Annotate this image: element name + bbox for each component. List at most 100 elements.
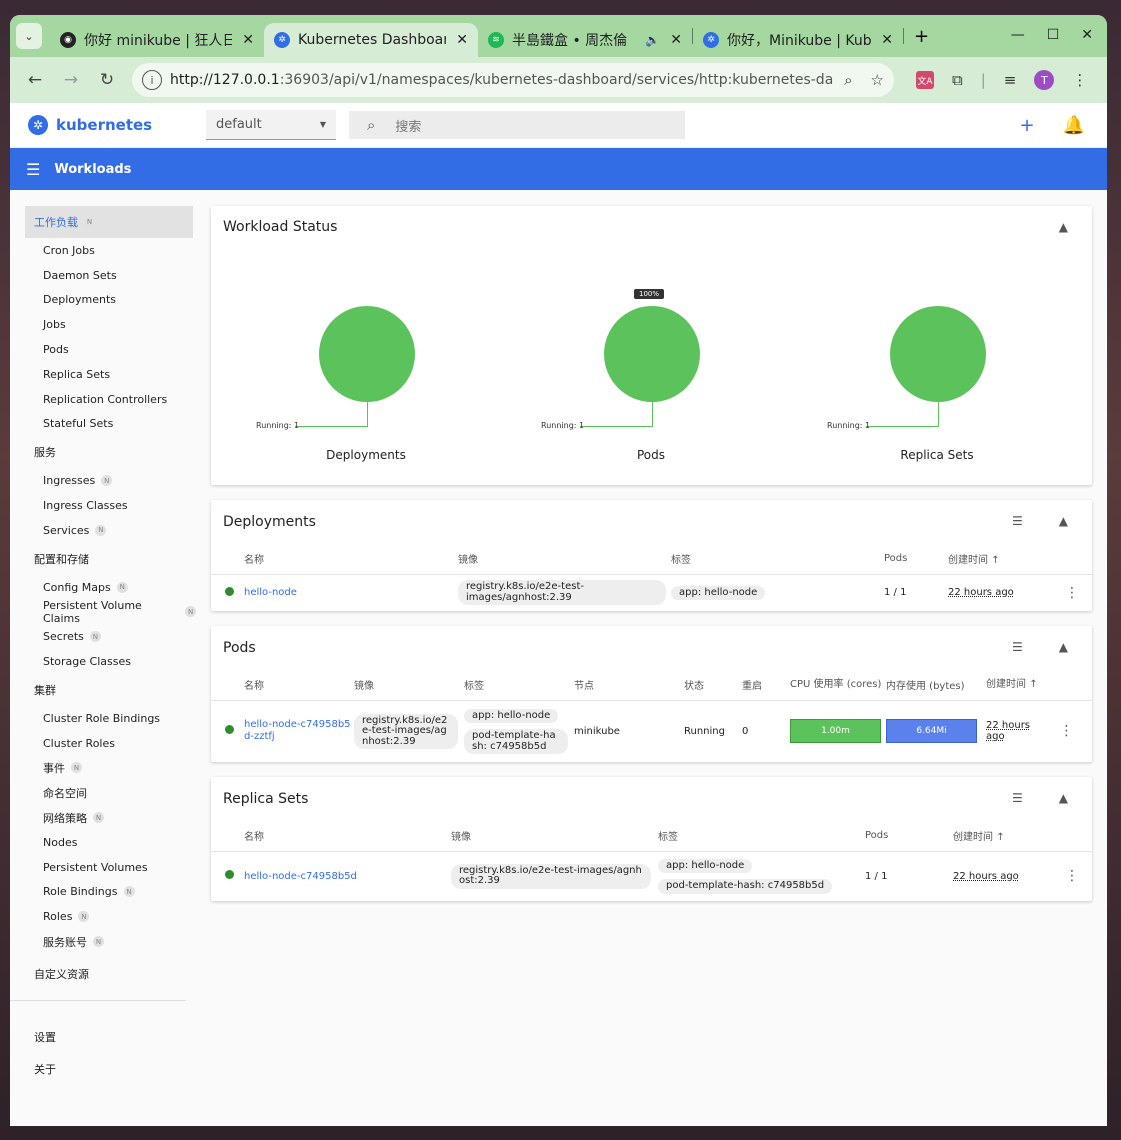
sort-arrow-up-icon: ↑	[996, 832, 1005, 844]
tab-spotify[interactable]: ≋ 半島鐵盒 • 周杰倫 🔈 ✕	[478, 23, 692, 57]
sidebar-item[interactable]: Cluster Roles	[10, 731, 196, 756]
zoom-icon[interactable]: ⌕	[844, 71, 852, 89]
sidebar-item[interactable]: 服务账号 N	[10, 929, 196, 954]
new-tab-button[interactable]: +	[914, 26, 929, 47]
column-header-image: 镜像	[458, 544, 671, 575]
donut-leader-line	[938, 402, 939, 427]
collapse-icon[interactable]: ▲	[1059, 791, 1068, 805]
forward-icon[interactable]: →	[56, 70, 86, 90]
sidebar-item[interactable]: Nodes	[10, 830, 196, 855]
speaker-icon[interactable]: 🔈	[645, 33, 660, 47]
sidebar-item[interactable]: Ingresses N	[10, 468, 196, 493]
filter-icon[interactable]: ☰	[1012, 514, 1023, 528]
collapse-icon[interactable]: ▲	[1059, 514, 1068, 528]
pod-name-link[interactable]: hello-node-c74958b5d-zztfj	[244, 719, 351, 742]
bookmark-star-icon[interactable]: ☆	[871, 71, 884, 89]
sidebar-item[interactable]: Pods	[10, 337, 196, 362]
column-header-labels: 标签	[658, 821, 865, 852]
deployments-table: 名称 镜像 标签 Pods 创建时间 ↑ hello-node registry…	[211, 544, 1092, 611]
column-header-created[interactable]: 创建时间 ↑	[948, 544, 1052, 575]
namespace-value: default	[216, 117, 262, 132]
profile-avatar[interactable]: T	[1034, 70, 1055, 90]
row-menu-icon[interactable]: ⋮	[1041, 700, 1092, 762]
sidebar-item-settings[interactable]: 设置	[10, 1021, 196, 1053]
sidebar-item[interactable]: Persistent Volume Claims N	[10, 599, 196, 625]
tab-minikube-docs[interactable]: ✲ 你好，Minikube | Kube ✕	[693, 23, 903, 57]
tab-kubernetes-dashboard[interactable]: ✲ Kubernetes Dashboard ✕	[264, 23, 478, 57]
media-queue-icon[interactable]: ≡	[1004, 71, 1017, 89]
column-header-created[interactable]: 创建时间 ↑	[986, 670, 1041, 701]
column-header-restarts: 重启	[742, 670, 790, 701]
search-input[interactable]: ⌕ 搜索	[349, 111, 685, 139]
pods-table: 名称 镜像 标签 节点 状态 重启 CPU 使用率 (cores) 内存使用 (…	[211, 670, 1092, 762]
sidebar-item-label: Pods	[43, 343, 69, 357]
tab-search-button[interactable]: ⌄	[16, 23, 42, 49]
pods-count: 1 / 1	[865, 870, 888, 882]
sidebar-item[interactable]: Persistent Volumes	[10, 855, 196, 880]
kubernetes-logo[interactable]: ✲ kubernetes	[28, 115, 206, 135]
namespaced-badge: N	[84, 216, 95, 228]
sidebar-section-cluster[interactable]: 集群	[10, 674, 196, 706]
reload-icon[interactable]: ↻	[92, 70, 122, 90]
browser-menu-icon[interactable]: ⋮	[1072, 71, 1087, 89]
column-header-name[interactable]: 名称	[244, 670, 354, 701]
deployment-name-link[interactable]: hello-node	[244, 587, 297, 598]
sidebar-item[interactable]: Cluster Role Bindings	[10, 706, 196, 731]
sidebar-item[interactable]: Storage Classes	[10, 649, 196, 674]
hamburger-menu-icon[interactable]: ☰	[26, 160, 40, 179]
tab-minikube-blog[interactable]: ◉ 你好 minikube | 狂人日 ✕	[50, 23, 264, 57]
url-text[interactable]: http://127.0.0.1:36903/api/v1/namespaces…	[170, 72, 834, 88]
extensions-puzzle-icon[interactable]: ⧉	[952, 71, 963, 89]
sidebar-section-crd[interactable]: 自定义资源	[10, 958, 196, 990]
minimize-icon[interactable]: —	[1011, 27, 1025, 43]
page-header-bar: ☰ Workloads	[10, 148, 1107, 190]
sidebar-section-service[interactable]: 服务	[10, 436, 196, 468]
row-menu-icon[interactable]: ⋮	[1052, 574, 1092, 611]
site-info-icon[interactable]: i	[142, 70, 162, 90]
collapse-icon[interactable]: ▲	[1059, 220, 1068, 234]
sidebar-item[interactable]: 网络策略 N	[10, 805, 196, 830]
sidebar-item[interactable]: Replication Controllers	[10, 387, 196, 412]
sidebar-item[interactable]: Config Maps N	[10, 575, 196, 600]
row-menu-icon[interactable]: ⋮	[1052, 851, 1092, 901]
close-icon[interactable]: ✕	[242, 32, 254, 48]
sidebar-item[interactable]: Services N	[10, 518, 196, 543]
column-header-name[interactable]: 名称	[244, 821, 451, 852]
collapse-icon[interactable]: ▲	[1059, 640, 1068, 654]
sidebar-item[interactable]: Jobs	[10, 312, 196, 337]
create-resource-icon[interactable]: +	[1019, 115, 1034, 136]
sidebar-item[interactable]: Role Bindings N	[10, 880, 196, 905]
sidebar-item-label: Cron Jobs	[43, 243, 95, 257]
sidebar-item[interactable]: Replica Sets	[10, 362, 196, 387]
sidebar-item[interactable]: 命名空间	[10, 780, 196, 805]
sidebar-section-workloads[interactable]: 工作负载 N	[25, 206, 193, 238]
column-header-status: 状态	[684, 670, 742, 701]
sidebar-item[interactable]: Stateful Sets	[10, 412, 196, 437]
namespace-select[interactable]: default ▼	[206, 110, 336, 140]
close-window-icon[interactable]: ✕	[1081, 27, 1093, 43]
sidebar-item[interactable]: Deployments	[10, 288, 196, 313]
filter-icon[interactable]: ☰	[1012, 791, 1023, 805]
sidebar-item[interactable]: 事件 N	[10, 756, 196, 781]
back-icon[interactable]: ←	[20, 70, 50, 90]
close-icon[interactable]: ✕	[881, 32, 893, 48]
close-icon[interactable]: ✕	[456, 32, 468, 48]
sidebar-item[interactable]: Secrets N	[10, 624, 196, 649]
sidebar-item[interactable]: Roles N	[10, 904, 196, 929]
maximize-icon[interactable]: ☐	[1047, 27, 1060, 43]
filter-icon[interactable]: ☰	[1012, 640, 1023, 654]
sidebar-item[interactable]: Ingress Classes	[10, 493, 196, 518]
translate-extension-icon[interactable]: 文A	[916, 71, 934, 89]
address-bar[interactable]: i http://127.0.0.1:36903/api/v1/namespac…	[132, 63, 894, 97]
column-header-created[interactable]: 创建时间 ↑	[953, 821, 1052, 852]
sidebar-nav: 工作负载 N Cron Jobs Daemon Sets Deployments Job…	[10, 190, 196, 1125]
tab-title: 你好，Minikube | Kube	[727, 33, 872, 49]
sidebar-item[interactable]: Cron Jobs	[10, 238, 196, 263]
column-header-name[interactable]: 名称	[244, 544, 458, 575]
sidebar-item[interactable]: Daemon Sets	[10, 263, 196, 288]
close-icon[interactable]: ✕	[670, 32, 682, 48]
sidebar-section-config[interactable]: 配置和存储	[10, 543, 196, 575]
sidebar-item-about[interactable]: 关于	[10, 1053, 196, 1085]
notifications-bell-icon[interactable]: 🔔	[1063, 115, 1085, 136]
replica-set-name-link[interactable]: hello-node-c74958b5d	[244, 871, 357, 882]
